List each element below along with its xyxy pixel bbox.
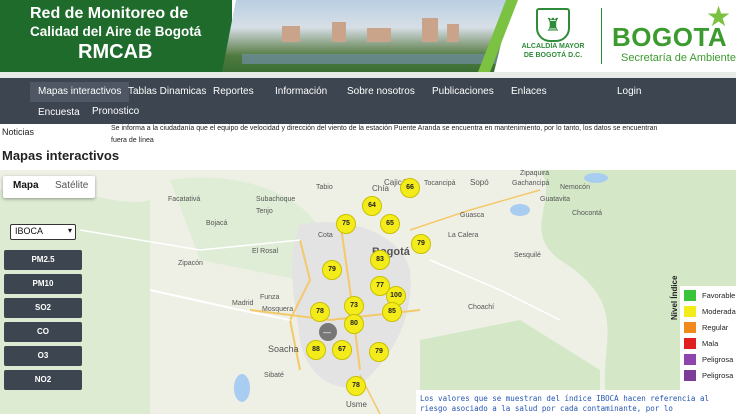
map-place-label: Cota [318, 232, 333, 239]
station-marker[interactable]: 64 [362, 196, 382, 216]
map-place-label: Sibaté [264, 372, 284, 379]
notice-text: Se informa a la ciudadanía que el equipo… [111, 125, 658, 144]
banner-title-line2: Calidad del Aire de Bogotá [30, 24, 202, 39]
legend-swatch [684, 370, 696, 381]
map-place-label: Madrid [232, 300, 254, 307]
index-select-value: IBOCA [15, 226, 44, 236]
legend-label: Moderada [702, 307, 736, 316]
map-place-label: Subachoque [256, 196, 296, 203]
map-place-label: Bojacá [206, 220, 228, 227]
nav-encuesta[interactable]: Encuesta [38, 105, 80, 121]
alcaldia-logo: ♜ ALCALDÍA MAYOR DE BOGOTÁ D.C. [518, 4, 588, 70]
station-marker[interactable]: 78 [346, 376, 366, 396]
station-marker[interactable]: 88 [306, 340, 326, 360]
legend-label: Favorable [702, 291, 736, 300]
banner-title-block: Red de Monitoreo de Calidad del Aire de … [0, 0, 232, 72]
legend-swatch [684, 338, 696, 349]
shield-icon: ♜ [536, 8, 570, 42]
legend-swatch [684, 322, 696, 333]
legend-label: Peligrosa [702, 371, 734, 380]
station-marker[interactable]: 73 [344, 296, 364, 316]
nav-pronostico[interactable]: Pronostico [92, 104, 139, 120]
pollutant-button-co[interactable]: CO [4, 322, 82, 342]
map-place-label: Soacha [268, 344, 299, 354]
station-marker[interactable]: 65 [380, 214, 400, 234]
secretaria-text: Secretaría de Ambiente [621, 52, 736, 64]
station-marker[interactable]: 85 [382, 302, 402, 322]
station-marker[interactable]: 78 [310, 302, 330, 322]
legend-title: Nivel Índice [670, 275, 679, 320]
notice-label: Noticias [2, 127, 35, 137]
banner-title-line1: Red de Monitoreo de [30, 5, 189, 22]
map-type-mapa[interactable]: Mapa [13, 180, 39, 191]
nav-publicaciones[interactable]: Publicaciones [432, 84, 494, 100]
legend-swatch [684, 306, 696, 317]
station-marker[interactable]: 67 [332, 340, 352, 360]
pollutant-button-o3[interactable]: O3 [4, 346, 82, 366]
banner-title-line3: RMCAB [78, 41, 153, 63]
legend-label: Mala [702, 339, 719, 348]
map-place-label: Tenjo [256, 208, 273, 215]
logo-divider [601, 8, 602, 64]
legend-label: Peligrosa [702, 355, 734, 364]
map-place-label: Usme [346, 400, 367, 409]
index-select[interactable]: IBOCA ▾ [10, 224, 76, 240]
header-banner: Red de Monitoreo de Calidad del Aire de … [0, 0, 736, 78]
interactive-map[interactable]: — Bogotá Soacha Chía Cajicá Sopó Tocancipá Gac… [0, 170, 736, 414]
map-place-label: Chocontá [572, 210, 602, 217]
pollutant-button-pm10[interactable]: PM10 [4, 274, 82, 294]
map-place-label: Nemocón [560, 184, 590, 191]
page-root: Red de Monitoreo de Calidad del Aire de … [0, 0, 736, 414]
map-type-toggle: Mapa Satélite [3, 176, 95, 198]
chevron-down-icon: ▾ [67, 226, 72, 235]
map-place-label: Choachí [468, 304, 495, 311]
map-type-satelite[interactable]: Satélite [55, 180, 88, 191]
map-place-label: Sesquilé [514, 252, 541, 259]
map-place-label: Zipacón [178, 260, 203, 267]
map-place-label: Tabio [316, 184, 333, 191]
map-place-label: Zipaquirá [520, 170, 550, 177]
nav-mapas-interactivos[interactable]: Mapas interactivos [30, 82, 130, 102]
station-marker[interactable]: 79 [411, 234, 431, 254]
main-nav: Mapas interactivos Tablas Dinamicas Repo… [0, 78, 736, 124]
map-place-label: Guatavita [540, 196, 570, 203]
nav-login[interactable]: Login [617, 84, 641, 100]
station-marker[interactable]: 66 [400, 178, 420, 198]
alcaldia-line1: ALCALDÍA MAYOR [521, 43, 585, 50]
map-place-label: Guasca [460, 212, 485, 219]
map-place-label: Mosquera [262, 306, 294, 313]
pollutant-button-so2[interactable]: SO2 [4, 298, 82, 318]
station-marker[interactable]: 75 [336, 214, 356, 234]
banner-city-photo [222, 0, 512, 72]
map-place-label: Facatativá [168, 196, 201, 203]
map-place-label: Sopó [470, 178, 489, 187]
nav-reportes[interactable]: Reportes [213, 84, 254, 100]
map-place-label: Funza [260, 294, 280, 301]
nav-informacion[interactable]: Información [275, 84, 327, 100]
page-title: Mapas interactivos [2, 148, 120, 163]
alcaldia-line2: DE BOGOTÁ D.C. [523, 52, 583, 59]
iboca-info-text: Los valores que se muestran del índice I… [416, 390, 736, 414]
station-marker[interactable]: 79 [369, 342, 389, 362]
map-place-label: Tocancipá [424, 180, 456, 187]
station-marker[interactable]: 80 [344, 314, 364, 334]
nav-sobre-nosotros[interactable]: Sobre nosotros [347, 84, 415, 100]
nav-tablas-dinamicas[interactable]: Tablas Dinamicas [128, 84, 206, 100]
legend-swatch [684, 354, 696, 365]
legend-label: Regular [702, 323, 729, 332]
station-marker[interactable]: 83 [370, 250, 390, 270]
map-place-label: El Rosal [252, 248, 279, 255]
legend-swatch [684, 290, 696, 301]
station-marker[interactable]: 79 [322, 260, 342, 280]
pollutant-button-pm25[interactable]: PM2.5 [4, 250, 82, 270]
nav-enlaces[interactable]: Enlaces [511, 84, 547, 100]
star-icon: ★ [706, 1, 732, 32]
map-place-label: Gachancipá [512, 180, 550, 187]
map-place-label: La Calera [448, 232, 479, 239]
pollutant-button-no2[interactable]: NO2 [4, 370, 82, 390]
svg-text:—: — [323, 328, 331, 337]
